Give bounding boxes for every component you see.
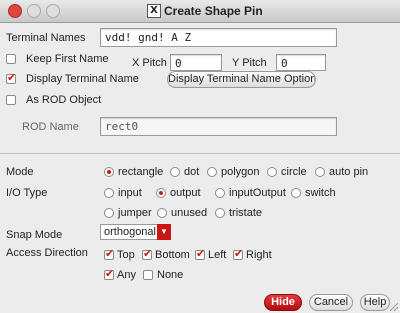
io-inputoutput-label: inputOutput [229, 187, 286, 199]
access-none-checkbox[interactable] [143, 270, 153, 280]
access-top-checkbox[interactable] [104, 247, 114, 260]
snap-mode-select[interactable]: orthogonal ▼ [100, 224, 171, 240]
io-inputoutput-radio[interactable] [215, 188, 225, 198]
as-rod-object-checkbox[interactable] [6, 95, 16, 105]
rod-name-label: ROD Name [22, 121, 79, 133]
as-rod-object-label: As ROD Object [26, 94, 102, 106]
maximize-window-button[interactable] [46, 4, 60, 18]
display-terminal-name-checkbox[interactable] [6, 71, 16, 84]
terminal-names-input[interactable]: vdd! gnd! A Z [100, 28, 337, 47]
access-none-label: None [157, 269, 184, 281]
io-switch-label: switch [305, 187, 336, 199]
minimize-window-button[interactable] [27, 4, 41, 18]
close-window-button[interactable] [8, 4, 22, 18]
x11-app-icon: X [147, 4, 161, 18]
io-input-label: input [118, 187, 142, 199]
io-output-radio[interactable] [156, 188, 166, 198]
mode-dot-label: dot [184, 166, 200, 178]
mode-auto-pin-radio[interactable] [315, 167, 325, 177]
x-pitch-input[interactable]: 0 [170, 54, 222, 71]
dropdown-arrow-icon: ▼ [157, 224, 171, 240]
access-bottom-label: Bottom [155, 249, 190, 261]
io-tristate-radio[interactable] [215, 208, 225, 218]
title-bar: X Create Shape Pin [0, 0, 400, 23]
io-input-radio[interactable] [104, 188, 114, 198]
mode-polygon-label: polygon [221, 166, 260, 178]
access-left-label: Left [208, 249, 227, 261]
access-top-label: Top [117, 249, 135, 261]
io-unused-radio[interactable] [157, 208, 167, 218]
io-tristate-label: tristate [229, 207, 263, 219]
access-right-checkbox[interactable] [233, 247, 243, 260]
mode-dot-radio[interactable] [170, 167, 180, 177]
io-jumper-radio[interactable] [104, 208, 114, 218]
mode-circle-label: circle [281, 166, 307, 178]
y-pitch-label: Y Pitch [232, 57, 267, 69]
display-terminal-name-option-button[interactable]: Display Terminal Name Option... [167, 71, 316, 88]
io-jumper-label: jumper [118, 207, 152, 219]
help-button[interactable]: Help [360, 294, 390, 311]
hide-button[interactable]: Hide [264, 294, 302, 311]
mode-rectangle-label: rectangle [118, 166, 164, 178]
access-left-checkbox[interactable] [195, 247, 205, 260]
io-type-label: I/O Type [6, 187, 48, 199]
cancel-button[interactable]: Cancel [309, 294, 353, 311]
display-terminal-name-label: Display Terminal Name [26, 73, 139, 85]
io-unused-label: unused [171, 207, 208, 219]
access-right-label: Right [246, 249, 272, 261]
io-output-label: output [170, 187, 201, 199]
window-title: Create Shape Pin [164, 4, 263, 18]
resize-grip-icon[interactable] [388, 301, 398, 311]
mode-auto-pin-label: auto pin [329, 166, 369, 178]
io-switch-radio[interactable] [291, 188, 301, 198]
mode-label: Mode [6, 166, 34, 178]
access-bottom-checkbox[interactable] [142, 247, 152, 260]
y-pitch-input[interactable]: 0 [276, 54, 326, 71]
mode-circle-radio[interactable] [267, 167, 277, 177]
mode-rectangle-radio[interactable] [104, 167, 114, 177]
mode-polygon-radio[interactable] [207, 167, 217, 177]
keep-first-name-label: Keep First Name [26, 53, 109, 65]
keep-first-name-checkbox[interactable] [6, 54, 16, 64]
access-direction-label: Access Direction [6, 247, 88, 259]
access-any-label: Any [117, 269, 136, 281]
snap-mode-label: Snap Mode [6, 229, 63, 241]
snap-mode-value: orthogonal [104, 226, 156, 238]
section-divider [0, 153, 400, 154]
x-pitch-label: X Pitch [132, 57, 167, 69]
rod-name-input[interactable]: rect0 [100, 117, 337, 136]
terminal-names-label: Terminal Names [6, 32, 86, 44]
access-any-checkbox[interactable] [104, 267, 114, 280]
